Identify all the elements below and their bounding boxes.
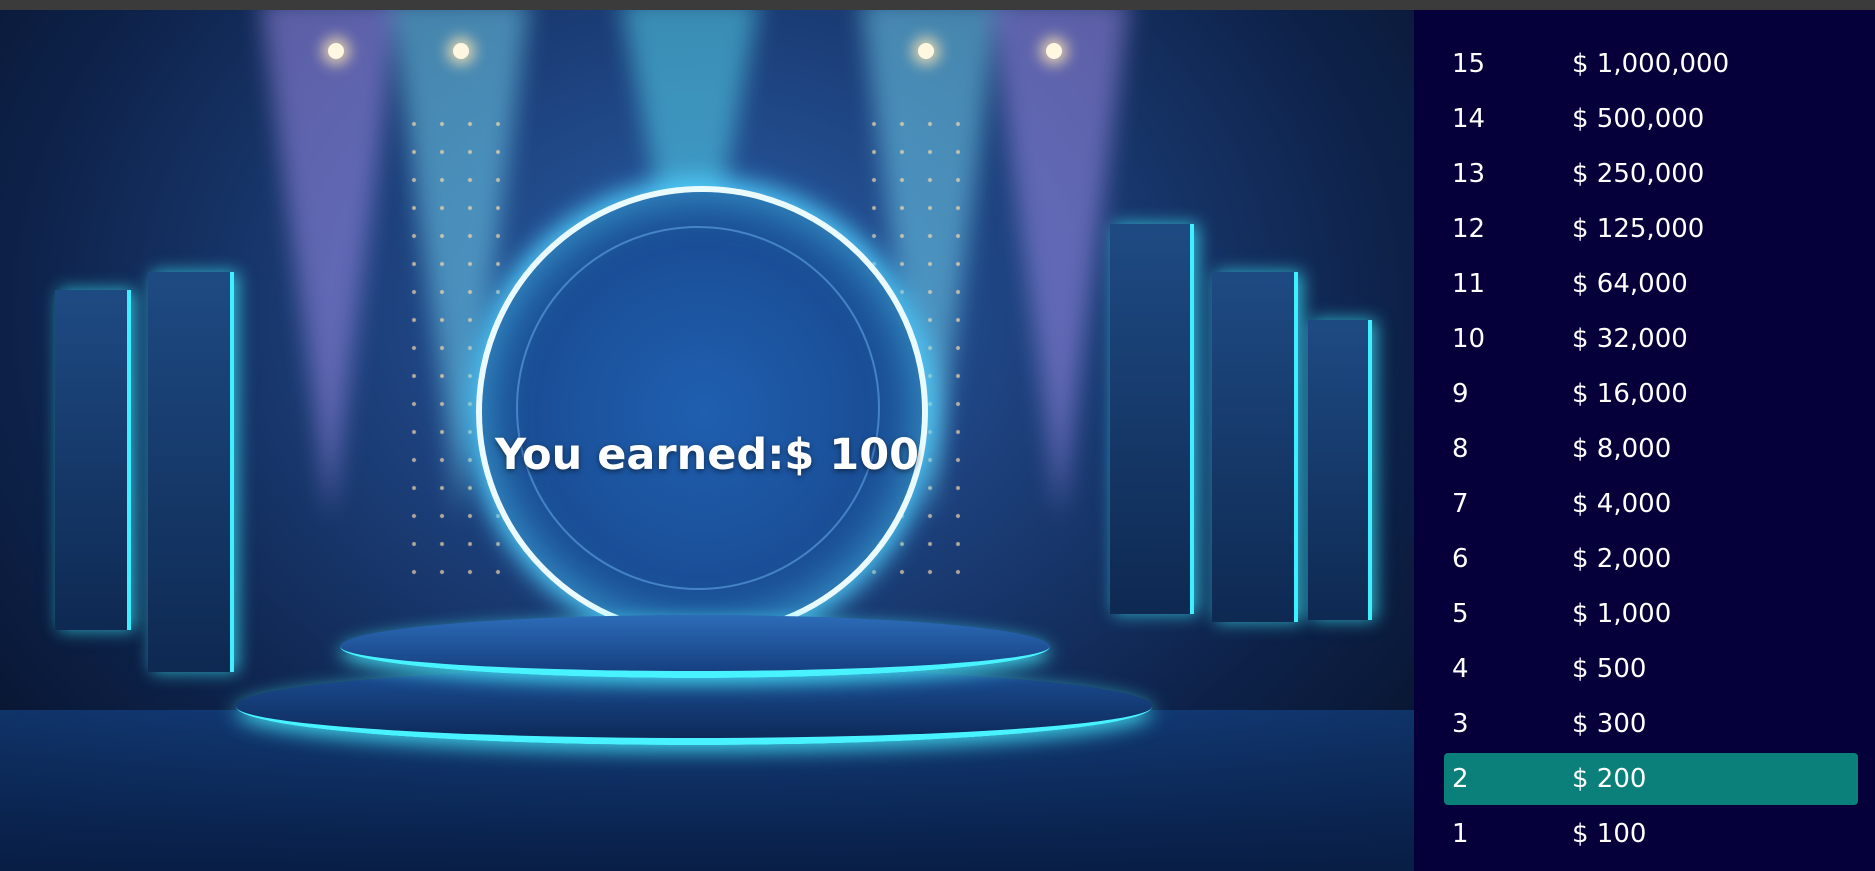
ladder-row: 5 $ 1,000 xyxy=(1444,588,1858,640)
neon-pillar xyxy=(1110,224,1194,614)
ladder-level-number: 15 xyxy=(1452,49,1486,79)
ladder-prize-amount: $ 100 xyxy=(1572,819,1647,849)
ladder-prize-amount: $ 200 xyxy=(1572,764,1647,794)
ladder-row: 1 $ 100 xyxy=(1444,808,1858,860)
ladder-prize-amount: $ 2,000 xyxy=(1572,544,1672,574)
earned-prefix: You earned: xyxy=(494,430,785,480)
ladder-level-number: 8 xyxy=(1452,434,1469,464)
stage-light-icon xyxy=(453,43,469,59)
ladder-prize-amount: $ 64,000 xyxy=(1572,269,1688,299)
ladder-prize-amount: $ 1,000,000 xyxy=(1572,49,1730,79)
ladder-row: 14 $ 500,000 xyxy=(1444,93,1858,145)
earned-message: You earned: $ 100 xyxy=(0,430,1414,480)
earned-amount: $ 100 xyxy=(784,430,920,480)
ladder-level-number: 10 xyxy=(1452,324,1486,354)
stage-light-icon xyxy=(918,43,934,59)
ladder-prize-amount: $ 4,000 xyxy=(1572,489,1672,519)
stage-platform-lower xyxy=(236,668,1152,745)
ladder-row: 8 $ 8,000 xyxy=(1444,423,1858,475)
ladder-row: 11 $ 64,000 xyxy=(1444,258,1858,310)
ladder-row: 9 $ 16,000 xyxy=(1444,368,1858,420)
ladder-prize-amount: $ 32,000 xyxy=(1572,324,1688,354)
ladder-level-number: 13 xyxy=(1452,159,1486,189)
window-top-bar xyxy=(0,0,1875,10)
ladder-row: 4 $ 500 xyxy=(1444,643,1858,695)
ladder-row: 6 $ 2,000 xyxy=(1444,533,1858,585)
game-stage-background: You earned: $ 100 xyxy=(0,10,1414,871)
ladder-level-number: 5 xyxy=(1452,599,1469,629)
ladder-level-number: 12 xyxy=(1452,214,1486,244)
ladder-level-number: 3 xyxy=(1452,709,1469,739)
ladder-level-number: 9 xyxy=(1452,379,1469,409)
ladder-prize-amount: $ 500 xyxy=(1572,654,1647,684)
stage-light-icon xyxy=(1046,43,1062,59)
ladder-row-current: 2 $ 200 xyxy=(1444,753,1858,805)
ladder-prize-amount: $ 1,000 xyxy=(1572,599,1672,629)
ladder-row: 15 $ 1,000,000 xyxy=(1444,38,1858,90)
ladder-row: 3 $ 300 xyxy=(1444,698,1858,750)
ladder-row: 13 $ 250,000 xyxy=(1444,148,1858,200)
inner-ring xyxy=(516,226,880,590)
ladder-prize-amount: $ 250,000 xyxy=(1572,159,1705,189)
ladder-level-number: 14 xyxy=(1452,104,1486,134)
ladder-level-number: 6 xyxy=(1452,544,1469,574)
ladder-prize-amount: $ 500,000 xyxy=(1572,104,1705,134)
ladder-row: 12 $ 125,000 xyxy=(1444,203,1858,255)
ladder-level-number: 11 xyxy=(1452,269,1486,299)
ladder-row: 10 $ 32,000 xyxy=(1444,313,1858,365)
ladder-level-number: 4 xyxy=(1452,654,1469,684)
ladder-row: 7 $ 4,000 xyxy=(1444,478,1858,530)
stage-light-icon xyxy=(328,43,344,59)
ladder-prize-amount: $ 16,000 xyxy=(1572,379,1688,409)
ladder-prize-amount: $ 8,000 xyxy=(1572,434,1672,464)
ladder-level-number: 2 xyxy=(1452,764,1469,794)
ladder-level-number: 7 xyxy=(1452,489,1469,519)
ladder-prize-amount: $ 300 xyxy=(1572,709,1647,739)
ladder-prize-amount: $ 125,000 xyxy=(1572,214,1705,244)
stage-platform-upper xyxy=(340,615,1050,678)
ladder-level-number: 1 xyxy=(1452,819,1469,849)
